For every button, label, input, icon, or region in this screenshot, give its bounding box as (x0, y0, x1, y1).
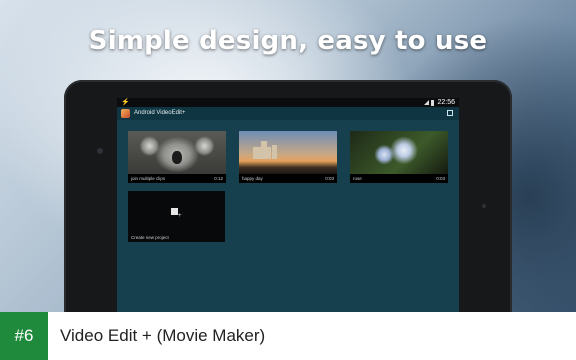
clip-duration: 0:12 (214, 176, 223, 181)
footer-bar: #6 Video Edit + (Movie Maker) (0, 312, 576, 360)
battery-icon (431, 99, 435, 106)
promo-headline: Simple design, easy to use (88, 26, 488, 56)
clip-duration: 0:03 (325, 176, 334, 181)
clip-name: happy day (242, 176, 263, 181)
create-new-project-label: Create new project (131, 235, 169, 240)
signal-icon (424, 100, 430, 105)
app-name[interactable]: Video Edit + (Movie Maker) (60, 312, 265, 360)
camera-icon (97, 148, 103, 154)
rank-badge: #6 (0, 312, 48, 360)
clip-name: join multiple clips (131, 176, 166, 181)
new-project-icon[interactable] (447, 110, 453, 116)
clip-duration: 0:03 (436, 176, 445, 181)
action-bar: Android VideoEdit+ (117, 107, 459, 120)
clip-card[interactable]: rose 0:03 (350, 131, 448, 183)
app-icon[interactable] (121, 109, 130, 118)
status-bar: ⚡ 22:56 (117, 98, 459, 107)
clip-card[interactable]: join multiple clips 0:12 (128, 131, 226, 183)
clip-thumbnail (350, 131, 448, 174)
plus-icon: + (178, 213, 182, 219)
create-new-project-tile[interactable]: + Create new project (128, 191, 225, 242)
clip-thumbnail (128, 131, 226, 174)
clip-thumbnail (239, 131, 337, 174)
status-time: 22:56 (437, 99, 455, 106)
clip-name: rose (353, 176, 362, 181)
clip-card[interactable]: happy day 0:03 (239, 131, 337, 183)
film-icon (171, 208, 178, 215)
sensor-icon (482, 204, 486, 208)
usb-icon: ⚡ (121, 99, 130, 106)
device-screen: ⚡ 22:56 Android VideoEdit+ join multiple… (117, 98, 459, 312)
app-title: Android VideoEdit+ (134, 110, 186, 116)
